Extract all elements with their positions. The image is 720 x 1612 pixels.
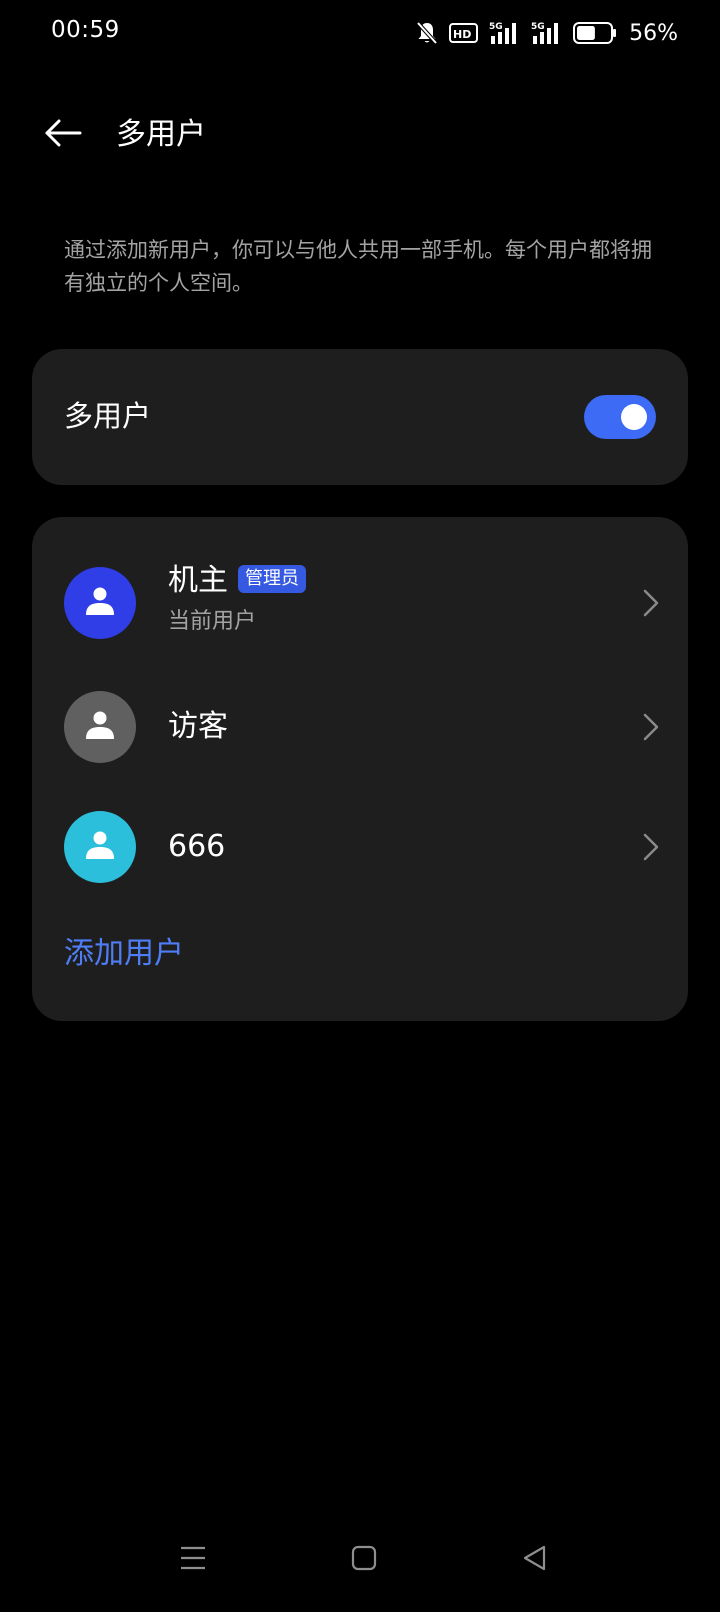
home-button[interactable]: [344, 1540, 384, 1580]
multi-user-toggle-card: 多用户: [32, 349, 688, 485]
user-row-owner[interactable]: 机主 管理员 当前用户: [32, 553, 688, 653]
multi-user-toggle[interactable]: [584, 395, 656, 439]
status-time: 00:59: [51, 17, 120, 43]
back-button[interactable]: [40, 114, 86, 156]
toggle-knob: [621, 404, 647, 430]
hd-icon: HD: [449, 22, 479, 44]
back-triangle-icon: [521, 1544, 549, 1576]
person-icon: [83, 584, 117, 622]
status-icons: HD 5G 5G 56%: [415, 18, 678, 48]
page-title: 多用户: [116, 117, 206, 152]
battery-percent: 56%: [629, 20, 678, 46]
navigation-bar: [0, 1512, 720, 1612]
home-square-icon: [350, 1544, 378, 1576]
status-bar: 00:59 HD 5G 5G 56%: [0, 0, 720, 66]
network-label: 5G: [489, 22, 503, 32]
arrow-left-icon: [44, 118, 82, 152]
back-nav-button[interactable]: [515, 1540, 555, 1580]
description-text: 通过添加新用户，你可以与他人共用一部手机。每个用户都将拥有独立的个人空间。: [64, 238, 652, 295]
avatar: [64, 567, 136, 639]
admin-badge: 管理员: [238, 565, 306, 593]
battery-icon: [573, 21, 617, 45]
user-name-text: 机主: [168, 563, 228, 598]
current-user-subtitle: 当前用户: [168, 609, 257, 634]
chevron-right-icon: [640, 711, 662, 743]
chevron-right-icon: [640, 831, 662, 863]
user-row-guest[interactable]: 访客: [32, 677, 688, 777]
user-name-666: 666: [168, 829, 226, 864]
user-row-666[interactable]: 666: [32, 797, 688, 897]
menu-icon: [179, 1545, 207, 1575]
users-card: 机主 管理员 当前用户 访客 666 添加用户: [32, 517, 688, 1021]
multi-user-label: 多用户: [64, 399, 152, 433]
app-header: 多用户: [0, 100, 720, 170]
user-name-owner: 机主 管理员: [168, 561, 306, 601]
menu-button[interactable]: [173, 1540, 213, 1580]
avatar: [64, 691, 136, 763]
bell-off-icon: [415, 20, 439, 46]
chevron-right-icon: [640, 587, 662, 619]
user-name-guest: 访客: [168, 709, 228, 744]
add-user-button[interactable]: 添加用户: [64, 933, 184, 975]
person-icon: [83, 708, 117, 746]
signal-5g-icon: 5G: [531, 20, 563, 46]
avatar: [64, 811, 136, 883]
person-icon: [83, 828, 117, 866]
network-label: 5G: [531, 22, 545, 32]
hd-label: HD: [453, 28, 471, 41]
signal-5g-icon: 5G: [489, 20, 521, 46]
